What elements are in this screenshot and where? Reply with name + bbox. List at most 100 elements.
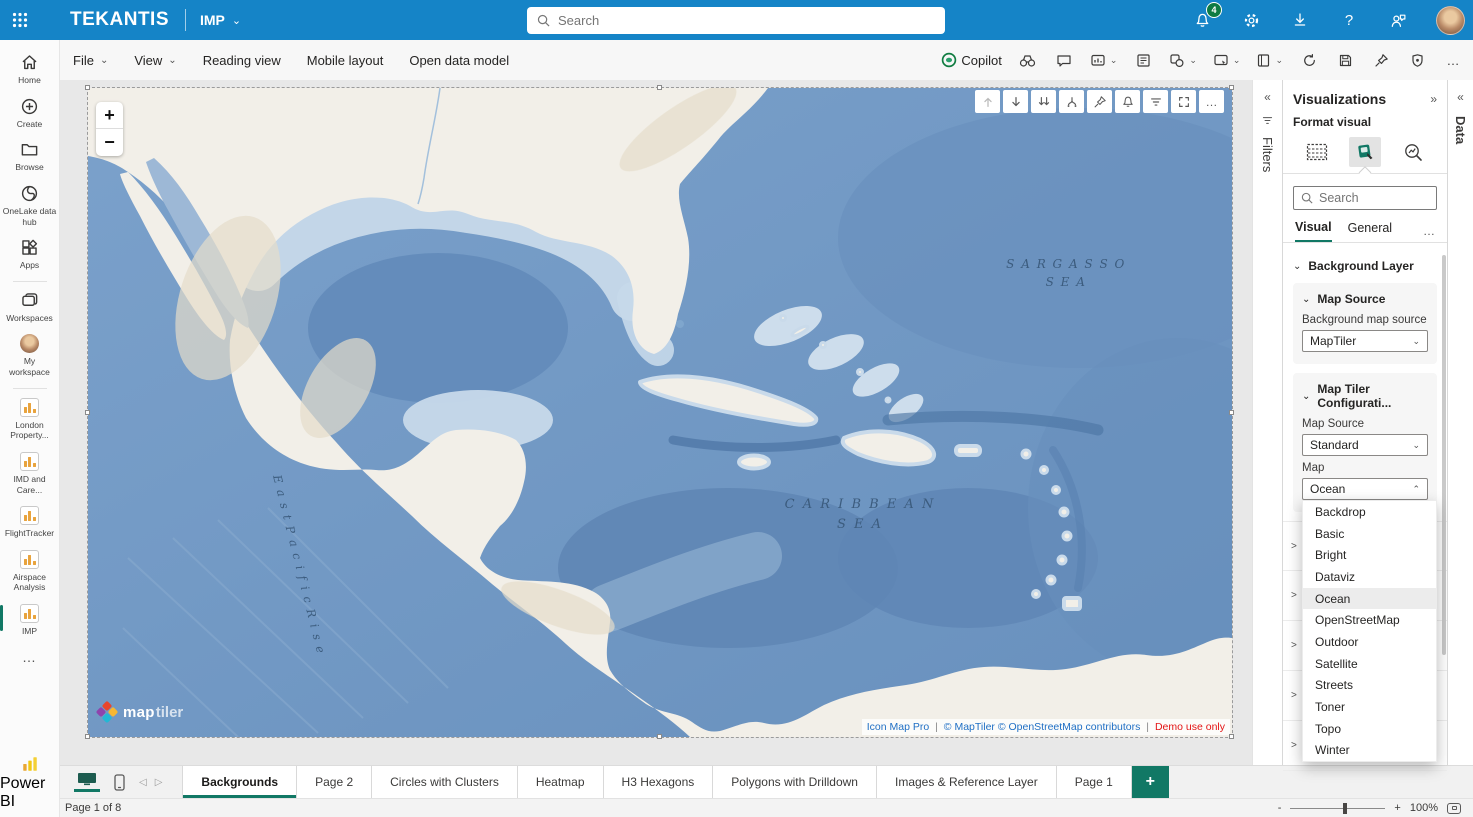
drill-mode-button[interactable] xyxy=(1059,90,1084,113)
dropdown-option[interactable]: Toner xyxy=(1303,696,1436,718)
nav-home[interactable]: Home xyxy=(0,48,60,92)
menu-file[interactable]: File⌄ xyxy=(60,40,121,80)
format-search-input[interactable] xyxy=(1319,191,1429,205)
insert-visual-button[interactable]: ⌄ xyxy=(1086,46,1122,74)
new-page-button[interactable]: ⌄ xyxy=(1252,46,1287,74)
copilot-button[interactable]: Copilot xyxy=(937,46,1005,74)
page-tab[interactable]: Images & Reference Layer xyxy=(877,766,1057,798)
dropdown-option[interactable]: Dataviz xyxy=(1303,566,1436,588)
section-background-layer[interactable]: ⌄ Background Layer xyxy=(1293,259,1437,273)
page-tab[interactable]: Page 2 xyxy=(297,766,372,798)
resize-handle[interactable] xyxy=(85,85,90,90)
dropdown-option[interactable]: Satellite xyxy=(1303,653,1436,675)
resize-handle[interactable] xyxy=(657,85,662,90)
analytics-tab[interactable] xyxy=(1397,137,1429,167)
page-tab[interactable]: Backgrounds xyxy=(182,766,297,798)
new-page-tab-button[interactable]: + xyxy=(1132,766,1169,798)
menu-open-data-model[interactable]: Open data model xyxy=(396,40,522,80)
dropdown-option[interactable]: OpenStreetMap xyxy=(1303,609,1436,631)
user-avatar[interactable] xyxy=(1436,6,1465,35)
search-input[interactable] xyxy=(558,13,935,28)
nav-report-imp-active[interactable]: IMP xyxy=(0,599,60,643)
dropdown-option[interactable]: Backdrop xyxy=(1303,501,1436,523)
save-button[interactable] xyxy=(1331,46,1359,74)
page-tab[interactable]: Polygons with Drilldown xyxy=(713,766,877,798)
nav-apps[interactable]: Apps xyxy=(0,233,60,277)
maptiler-logo[interactable]: map tiler xyxy=(96,701,183,723)
page-tab[interactable]: H3 Hexagons xyxy=(604,766,714,798)
help-button[interactable]: ? xyxy=(1338,9,1360,31)
tab-visual[interactable]: Visual xyxy=(1295,220,1332,242)
feedback-button[interactable] xyxy=(1387,9,1409,31)
menu-view[interactable]: View⌄ xyxy=(121,40,189,80)
refresh-button[interactable] xyxy=(1295,46,1323,74)
nav-create[interactable]: Create xyxy=(0,92,60,136)
brand-logo[interactable]: TEKANTIS xyxy=(70,9,169,31)
resize-handle[interactable] xyxy=(1229,410,1234,415)
dropdown-option[interactable]: Winter xyxy=(1303,740,1436,762)
page-tab[interactable]: Heatmap xyxy=(518,766,604,798)
mobile-layout-button[interactable] xyxy=(114,774,125,791)
next-page-arrow[interactable]: ▷ xyxy=(155,777,163,788)
dropdown-option[interactable]: Bright xyxy=(1303,544,1436,566)
page-tab[interactable]: Circles with Clusters xyxy=(372,766,518,798)
nav-browse[interactable]: Browse xyxy=(0,135,60,179)
workspace-switcher[interactable]: IMP ⌄ xyxy=(200,12,241,28)
desktop-layout-button[interactable] xyxy=(74,772,100,792)
drill-up-button[interactable] xyxy=(975,90,1000,113)
dropdown-option[interactable]: Outdoor xyxy=(1303,631,1436,653)
expand-data-icon[interactable]: « xyxy=(1457,90,1464,104)
resize-handle[interactable] xyxy=(85,410,90,415)
format-more-icon[interactable]: … xyxy=(1423,224,1435,238)
pane-scrollbar[interactable] xyxy=(1442,255,1446,655)
previous-page-arrow[interactable]: ◁ xyxy=(139,777,147,788)
zoom-slider-thumb[interactable] xyxy=(1343,803,1347,814)
format-visual-tab[interactable] xyxy=(1349,137,1381,167)
comments-button[interactable] xyxy=(1050,46,1078,74)
attribution-source-link[interactable]: Icon Map Pro xyxy=(867,721,929,733)
pin-button[interactable] xyxy=(1367,46,1395,74)
dropdown-option[interactable]: Basic xyxy=(1303,523,1436,545)
filters-applied-button[interactable] xyxy=(1143,90,1168,113)
nav-more-button[interactable]: … xyxy=(22,643,37,671)
visual-more-options-button[interactable]: … xyxy=(1199,90,1224,113)
card-maptiler-config-header[interactable]: ⌄ Map Tiler Configurati... xyxy=(1302,382,1428,410)
performance-analyzer-button[interactable] xyxy=(1014,46,1042,74)
build-visual-tab[interactable] xyxy=(1301,137,1333,167)
alert-button[interactable] xyxy=(1115,90,1140,113)
sensitivity-button[interactable] xyxy=(1403,46,1431,74)
zoom-in-button[interactable]: + xyxy=(1394,802,1400,814)
resize-handle[interactable] xyxy=(1229,734,1234,739)
notifications-button[interactable]: 4 xyxy=(1191,9,1213,31)
zoom-slider[interactable] xyxy=(1290,808,1385,809)
nav-onelake-data-hub[interactable]: OneLake data hub xyxy=(0,179,60,233)
nav-workspaces[interactable]: Workspaces xyxy=(0,286,60,330)
card-map-source-header[interactable]: ⌄ Map Source xyxy=(1302,292,1428,306)
map-zoom-out-button[interactable]: − xyxy=(96,129,123,156)
nav-my-workspace[interactable]: My workspace xyxy=(0,329,60,383)
nav-report-imd-and-care[interactable]: IMD and Care... xyxy=(0,447,60,501)
settings-button[interactable] xyxy=(1240,9,1262,31)
collapse-pane-icon[interactable]: » xyxy=(1430,92,1437,106)
dropdown-option[interactable]: Streets xyxy=(1303,675,1436,697)
app-launcher-icon[interactable] xyxy=(0,0,40,40)
text-box-button[interactable] xyxy=(1129,46,1157,74)
focus-mode-button[interactable] xyxy=(1171,90,1196,113)
expand-filters-icon[interactable]: « xyxy=(1264,90,1271,104)
fit-to-page-button[interactable] xyxy=(1447,803,1461,814)
dropdown-option[interactable]: Ocean xyxy=(1303,588,1436,610)
download-button[interactable] xyxy=(1289,9,1311,31)
global-search[interactable] xyxy=(527,7,945,34)
shapes-button[interactable]: ⌄ xyxy=(1165,46,1201,74)
menu-reading-view[interactable]: Reading view xyxy=(190,40,294,80)
attribution-providers-link[interactable]: © MapTiler © OpenStreetMap contributors xyxy=(944,721,1141,733)
data-pane-label[interactable]: Data xyxy=(1453,116,1468,144)
expand-all-down-button[interactable] xyxy=(1031,90,1056,113)
nav-report-flighttracker[interactable]: FlightTracker xyxy=(0,501,60,545)
background-map-source-select[interactable]: MapTiler ⌄ xyxy=(1302,330,1428,352)
nav-report-airspace-analysis[interactable]: Airspace Analysis xyxy=(0,545,60,599)
map-zoom-in-button[interactable]: + xyxy=(96,102,123,129)
map-style-select[interactable]: Ocean ⌃ Backdrop Basic Bright Dataviz Oc… xyxy=(1302,478,1428,500)
maptiler-map-source-select[interactable]: Standard ⌄ xyxy=(1302,434,1428,456)
resize-handle[interactable] xyxy=(657,734,662,739)
